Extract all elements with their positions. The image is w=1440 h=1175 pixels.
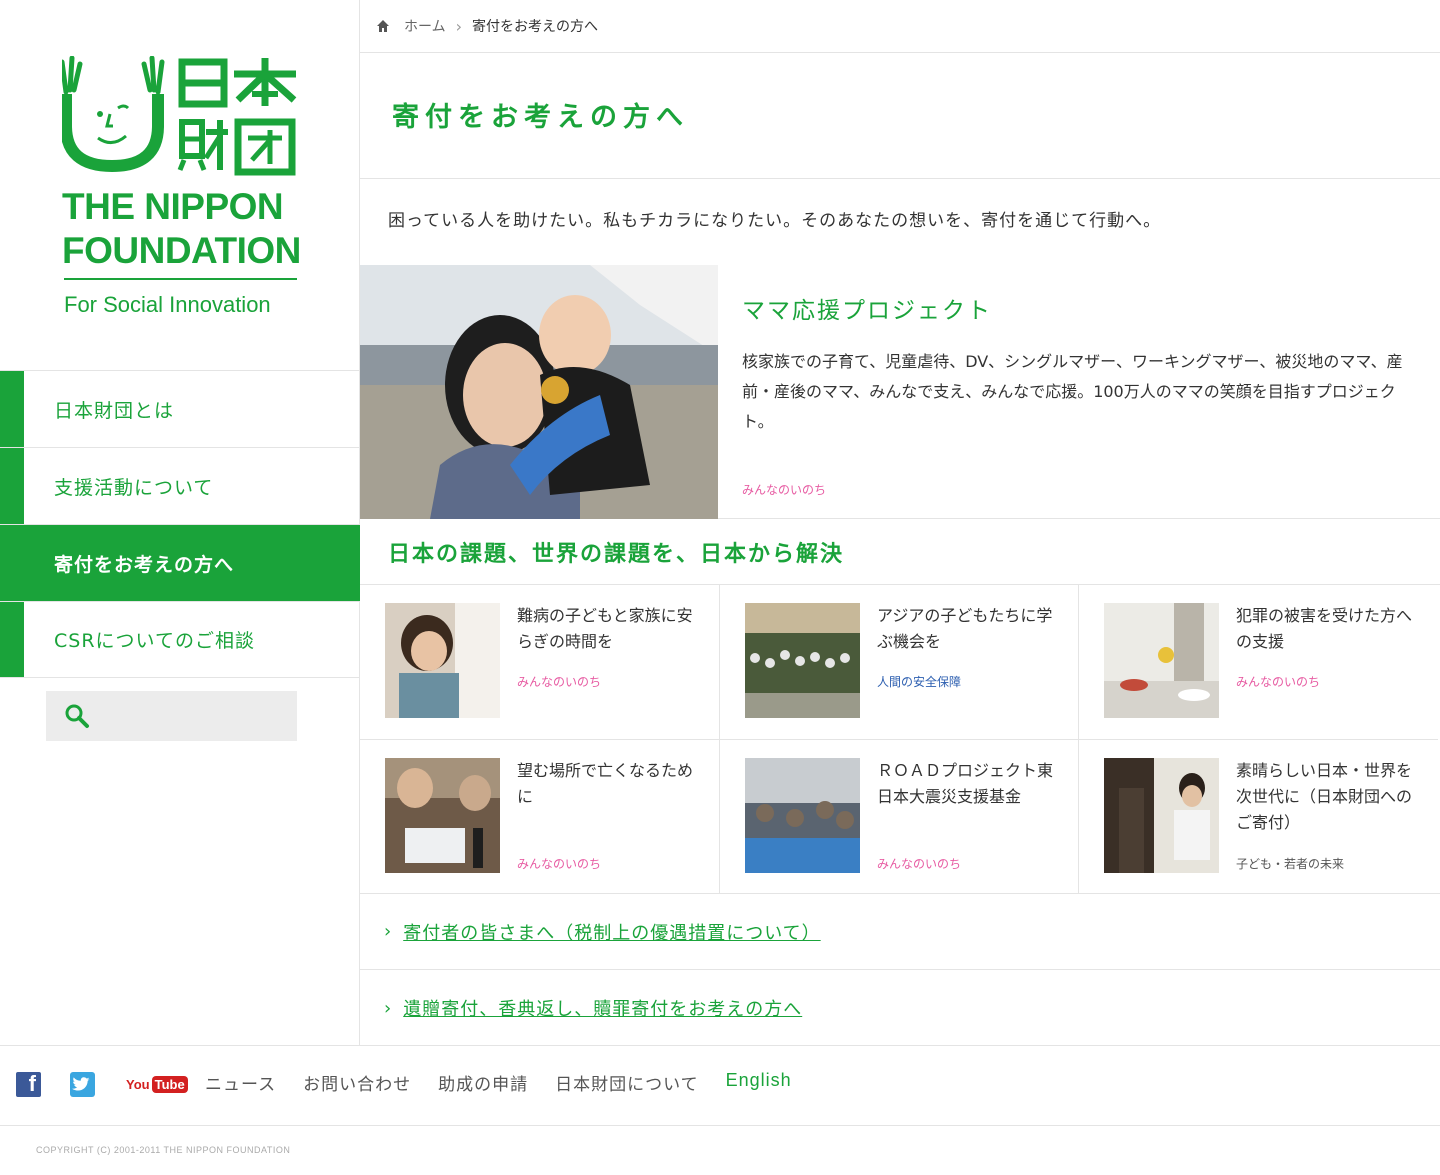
logo-tagline: For Social Innovation	[64, 292, 271, 317]
project-thumbnail	[385, 758, 500, 873]
bequest-donation-link[interactable]: 遺贈寄付、香典返し、贖罪寄付をお考えの方へ	[403, 995, 802, 1021]
feature-description: 核家族での子育て、児童虐待、DV、シングルマザー、ワーキングマザー、被災地のママ…	[742, 352, 1403, 431]
project-category[interactable]: みんなのいのち	[517, 673, 601, 690]
project-card[interactable]: 難病の子どもと家族に安らぎの時間を みんなのいのち	[360, 585, 720, 739]
section-title: 日本の課題、世界の課題を、日本から解決	[388, 542, 845, 567]
project-thumbnail	[385, 603, 500, 718]
breadcrumb-home-link[interactable]: ホーム	[404, 16, 446, 36]
sidebar-item-label: CSRについてのご相談	[54, 630, 255, 652]
project-thumbnail	[1104, 603, 1219, 718]
sidebar-item-activities[interactable]: 支援活動について	[0, 447, 360, 524]
sidebar-nav: 日本財団とは 支援活動について 寄付をお考えの方へ CSRについてのご相談	[0, 370, 360, 678]
project-title: 犯罪の被害を受けた方への支援	[1236, 606, 1413, 651]
feature-title[interactable]: ママ応援プロジェクト	[742, 291, 992, 325]
sidebar-item-label: 寄付をお考えの方へ	[54, 553, 235, 576]
chevron-right-icon: ›	[384, 997, 392, 1019]
sidebar-item-label: 支援活動について	[54, 476, 214, 499]
youtube-icon[interactable]: You Tube	[126, 1076, 188, 1093]
project-title: 素晴らしい日本・世界を次世代に（日本財団へのご寄付）	[1236, 761, 1413, 832]
facebook-icon[interactable]: f	[16, 1071, 41, 1097]
project-title: ＲＯＡＤプロジェクト東日本大震災支援基金	[877, 761, 1054, 806]
main-content: ホーム › 寄付をお考えの方へ 寄付をお考えの方へ 困っている人を助けたい。私も…	[360, 0, 1440, 1045]
breadcrumb-current: 寄付をお考えの方へ	[472, 19, 598, 35]
feature-project[interactable]: ママ応援プロジェクト 核家族での子育て、児童虐待、DV、シングルマザー、ワーキン…	[360, 265, 1440, 519]
youtube-tube: Tube	[151, 1076, 188, 1093]
footer-divider	[0, 1125, 1440, 1126]
logo-mark	[59, 55, 297, 176]
logo-english-line2: FOUNDATION	[62, 230, 301, 271]
project-category[interactable]: 人間の安全保障	[877, 673, 961, 690]
feature-category[interactable]: みんなのいのち	[742, 481, 826, 498]
chevron-right-icon: ›	[384, 921, 392, 942]
footer-nav: ニュース お問い合わせ 助成の申請 日本財団について English	[205, 1070, 819, 1095]
project-category[interactable]: みんなのいのち	[517, 855, 601, 872]
copyright: COPYRIGHT (C) 2001-2011 THE NIPPON FOUND…	[36, 1145, 291, 1155]
chevron-right-icon: ›	[455, 16, 462, 36]
project-card[interactable]: アジアの子どもたちに学ぶ機会を 人間の安全保障	[719, 585, 1079, 739]
sidebar-item-csr[interactable]: CSRについてのご相談	[0, 601, 360, 678]
twitter-icon[interactable]	[70, 1072, 95, 1097]
link-row: › 寄付者の皆さまへ（税制上の優遇措置について）	[360, 894, 1440, 970]
divider	[360, 178, 1440, 179]
footer: f You Tube ニュース お問い合わせ 助成の申請 日本財団について En…	[0, 1045, 1440, 1175]
project-thumbnail	[1104, 758, 1219, 873]
page-title: 寄付をお考えの方へ	[392, 102, 689, 133]
home-icon[interactable]	[376, 19, 390, 33]
sidebar-item-about[interactable]: 日本財団とは	[0, 370, 360, 447]
nippon-foundation-logo[interactable]: THE NIPPON FOUNDATION For Social Innovat…	[59, 55, 302, 326]
sidebar-item-label: 日本財団とは	[54, 399, 175, 422]
sidebar: THE NIPPON FOUNDATION For Social Innovat…	[0, 0, 360, 1045]
project-title: アジアの子どもたちに学ぶ機会を	[877, 606, 1053, 651]
project-card[interactable]: 犯罪の被害を受けた方への支援 みんなのいのち	[1078, 585, 1438, 739]
sidebar-item-donation[interactable]: 寄付をお考えの方へ	[0, 524, 360, 601]
feature-photo	[360, 265, 718, 519]
page-lead: 困っている人を助けたい。私もチカラになりたい。そのあなたの想いを、寄付を通じて行…	[388, 211, 1162, 231]
project-thumbnail	[745, 603, 860, 718]
project-category[interactable]: みんなのいのち	[877, 855, 961, 872]
breadcrumb: ホーム › 寄付をお考えの方へ	[360, 0, 1440, 53]
search-icon[interactable]	[64, 703, 90, 729]
project-card[interactable]: 素晴らしい日本・世界を次世代に（日本財団へのご寄付） 子ども・若者の未来	[1078, 739, 1438, 894]
project-card[interactable]: 望む場所で亡くなるために みんなのいのち	[360, 739, 720, 894]
project-grid: 難病の子どもと家族に安らぎの時間を みんなのいのち アジアの子どもたちに学ぶ機会…	[360, 584, 1440, 894]
footer-link-grant[interactable]: 助成の申請	[438, 1070, 528, 1095]
footer-link-news[interactable]: ニュース	[205, 1070, 276, 1095]
project-category[interactable]: みんなのいのち	[1236, 673, 1320, 690]
project-title: 難病の子どもと家族に安らぎの時間を	[517, 606, 693, 651]
project-thumbnail	[745, 758, 860, 873]
project-title: 望む場所で亡くなるために	[517, 761, 694, 806]
footer-link-contact[interactable]: お問い合わせ	[303, 1070, 411, 1095]
project-category[interactable]: 子ども・若者の未来	[1236, 855, 1344, 872]
youtube-you: You	[126, 1077, 150, 1092]
project-card[interactable]: ＲＯＡＤプロジェクト東日本大震災支援基金 みんなのいのち	[719, 739, 1079, 894]
link-row: › 遺贈寄付、香典返し、贖罪寄付をお考えの方へ	[360, 970, 1440, 1046]
tax-benefit-link[interactable]: 寄付者の皆さまへ（税制上の優遇措置について）	[403, 919, 820, 945]
footer-link-english[interactable]: English	[726, 1070, 792, 1095]
logo-english-line1: THE NIPPON	[62, 186, 284, 227]
footer-link-about[interactable]: 日本財団について	[555, 1070, 699, 1095]
logo-divider	[64, 278, 297, 280]
facebook-letter: f	[28, 1071, 36, 1096]
